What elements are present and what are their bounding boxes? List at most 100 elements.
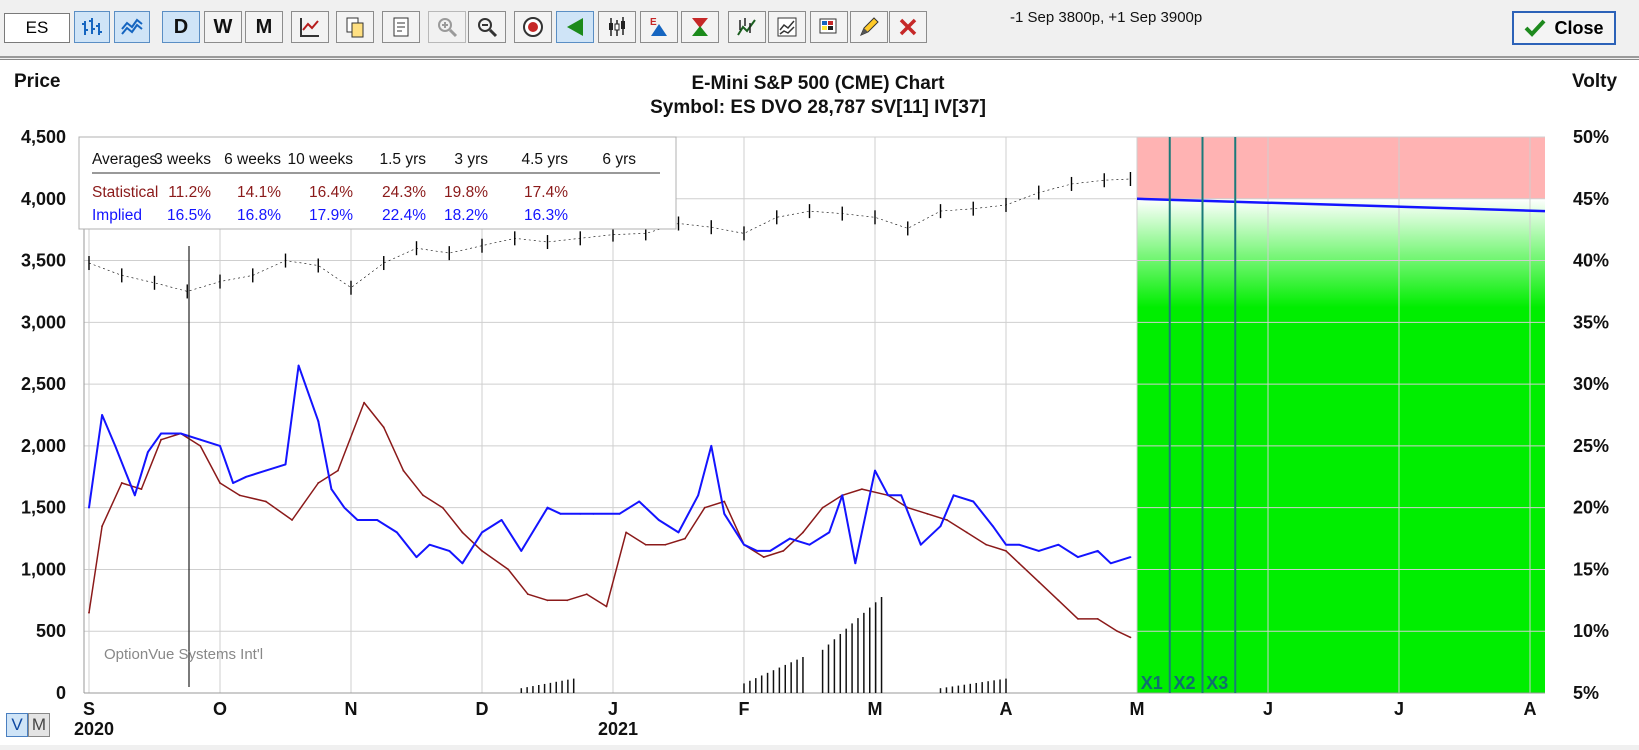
averages-cell: 17.9% <box>309 207 353 224</box>
daily-button-label: D <box>173 15 189 38</box>
averages-header-cell: 6 weeks <box>224 151 281 168</box>
implied-vol-line-point <box>481 531 483 534</box>
implied-vol-line-point <box>657 519 660 521</box>
check-icon <box>1525 19 1546 37</box>
statistical-vol-line-point <box>140 488 143 491</box>
volatility-cone-button[interactable] <box>556 11 594 43</box>
x-month-label: O <box>213 699 227 719</box>
implied-vol-line-point <box>854 562 857 565</box>
implied-vol-line-point <box>972 500 975 503</box>
averages-header-cell: 6 yrs <box>602 151 636 168</box>
x-month-label: F <box>739 699 750 719</box>
copy-icon <box>346 17 364 38</box>
chart-svg[interactable]: 4,500 4,000 3,500 3,000 2,500 2,000 1,500 1,000… <box>0 60 1639 745</box>
print-button[interactable] <box>382 11 420 43</box>
averages-cell: 16.5% <box>167 207 211 224</box>
statistical-vol-line-point <box>264 500 267 503</box>
statistical-vol-line-point <box>507 568 510 571</box>
implied-vol-line-point <box>559 512 562 515</box>
right-tick-label: 25% <box>1573 436 1609 456</box>
left-tick-label: 1,500 <box>21 498 66 518</box>
implied-vol-line-point <box>874 469 876 472</box>
implied-vol-line-point <box>1018 543 1020 546</box>
statistical-vol-line-point <box>1057 599 1060 602</box>
target-button[interactable] <box>514 11 552 43</box>
statistical-vol-line-point <box>337 469 339 472</box>
bar-chart-icon <box>82 18 102 35</box>
implied-vol-line-point <box>887 494 889 497</box>
x-year-label: 2020 <box>74 719 114 739</box>
toolbar: D WM E -1 Sep 3800p, +1 Sep 3900p Close <box>0 0 1639 58</box>
dividend-button[interactable] <box>681 11 719 43</box>
statistical-vol-line-point <box>546 599 549 602</box>
left-tick-label: 3,500 <box>21 251 66 271</box>
draw-button[interactable] <box>850 11 888 43</box>
zoom-in-button[interactable] <box>428 11 466 43</box>
statistical-vol-line-point <box>219 482 221 484</box>
statistical-vol-line-point <box>585 593 588 596</box>
averages-table: Averages3 weeks 6 weeks 10 weeks 1.5 yrs 3 y… <box>78 136 677 230</box>
statistical-vol-line-point <box>1116 630 1119 633</box>
averages-header-cell: 10 weeks <box>288 151 354 168</box>
candlestick-button[interactable] <box>598 11 636 43</box>
zoom-in-icon <box>438 18 458 38</box>
palette-button[interactable] <box>810 11 848 43</box>
earnings-button[interactable]: E <box>640 11 678 43</box>
statistical-vol-line-point <box>1005 550 1007 552</box>
compare-button[interactable] <box>768 11 806 43</box>
left-axis-label: Price <box>14 71 60 92</box>
statistical-vol-line-point <box>946 519 948 521</box>
implied-vol-line-point <box>1109 562 1112 565</box>
daily-button[interactable]: D <box>162 11 200 43</box>
statistical-vol-line-point <box>120 482 123 484</box>
statistical-vol-line <box>88 401 1131 639</box>
pencil-icon <box>860 17 879 36</box>
statistical-vol-line-point <box>317 482 320 484</box>
averages-header-cell: Averages <box>92 151 157 168</box>
implied-vol-line-point <box>841 494 844 497</box>
right-axis-label: Volty <box>1572 71 1617 92</box>
left-tick-label: 3,000 <box>21 312 66 332</box>
study-icon <box>737 18 756 36</box>
close-button[interactable]: Close <box>1512 11 1616 45</box>
monthly-button[interactable]: M <box>245 11 283 43</box>
averages-cell: 22.4% <box>382 207 426 224</box>
copy-button[interactable] <box>336 11 374 43</box>
study-button[interactable] <box>728 11 766 43</box>
implied-vol-line-point <box>179 432 182 435</box>
x-month-label: A <box>1000 699 1013 719</box>
statistical-vol-line-point <box>762 556 765 558</box>
implied-vol-line-point <box>677 531 680 534</box>
delete-button[interactable] <box>889 11 927 43</box>
statistical-vol-line-point <box>664 543 667 546</box>
bar-chart-icon-button[interactable] <box>74 11 110 43</box>
x-month-label: M <box>1130 699 1145 719</box>
implied-vol-line-point <box>356 519 359 521</box>
view-v-button[interactable]: V <box>6 713 28 737</box>
indicator-button[interactable] <box>291 11 329 43</box>
left-tick-label: 0 <box>56 683 66 703</box>
weekly-button[interactable]: W <box>204 11 242 43</box>
x-month-label: M <box>868 699 883 719</box>
line-chart-icon-button[interactable] <box>114 11 150 43</box>
zoom-out-button[interactable] <box>468 11 506 43</box>
view-m-button[interactable]: M <box>28 713 50 737</box>
symbol-input[interactable] <box>4 13 70 43</box>
implied-vol-line-point <box>1005 543 1007 546</box>
chart-title: E-Mini S&P 500 (CME) Chart <box>691 73 945 94</box>
averages-cell: 18.2% <box>444 207 488 224</box>
right-tick-label: 10% <box>1573 621 1609 641</box>
implied-vol-line-point <box>697 494 700 497</box>
statistical-vol-line-point <box>985 543 988 546</box>
expiration-label: X1 <box>1141 673 1163 693</box>
print-icon <box>393 17 409 37</box>
left-tick-label: 2,000 <box>21 436 66 456</box>
statistical-vol-line-point <box>363 401 365 404</box>
implied-vol-line-point <box>415 556 418 558</box>
right-tick-label: 20% <box>1573 498 1609 518</box>
statistical-vol-line-point <box>782 550 785 552</box>
statistical-vol-line-point <box>422 494 424 497</box>
close-label: Close <box>1554 17 1604 38</box>
implied-vol-line <box>88 364 1131 565</box>
statistical-vol-line-point <box>821 506 824 509</box>
